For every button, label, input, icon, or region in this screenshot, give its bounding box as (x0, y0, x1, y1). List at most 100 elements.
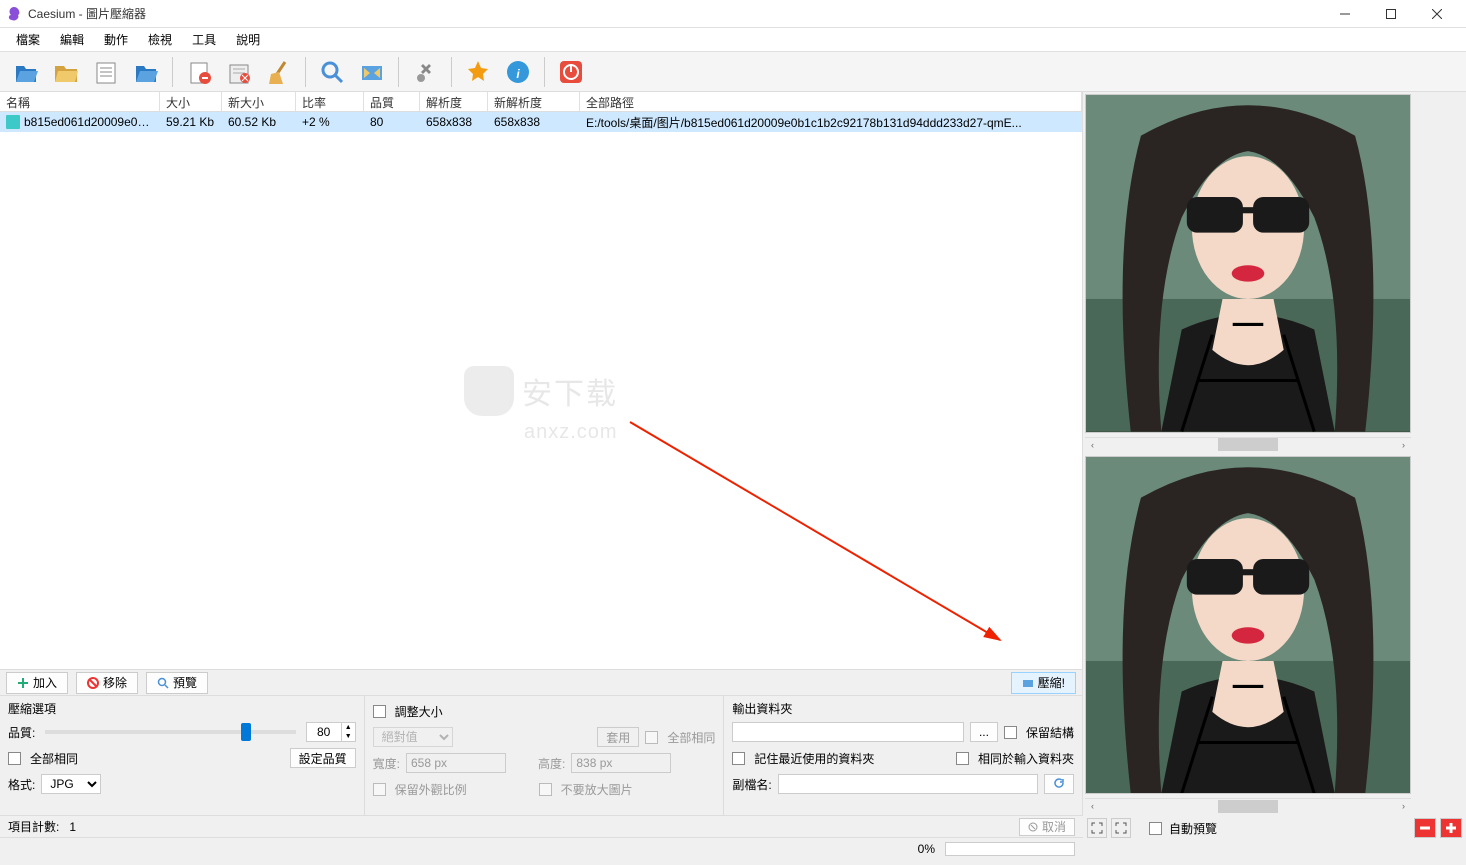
col-ratio[interactable]: 比率 (296, 92, 364, 111)
format-label: 格式: (8, 776, 35, 793)
add-list-icon[interactable] (88, 54, 124, 90)
remember-label: 記住最近使用的資料夾 (754, 750, 874, 767)
resize-mode-select[interactable]: 絕對值 (373, 727, 453, 747)
table-row[interactable]: b815ed061d20009e0b... 59.21 Kb 60.52 Kb … (0, 112, 1082, 132)
action-row: 加入 移除 預覽 壓縮! (0, 669, 1082, 695)
format-select[interactable]: JPG (41, 774, 101, 794)
col-res[interactable]: 解析度 (420, 92, 488, 111)
open-file-icon[interactable] (8, 54, 44, 90)
preview-compressed-hscroll[interactable]: ‹› (1085, 798, 1411, 813)
close-button[interactable] (1414, 0, 1460, 28)
keep-ratio-checkbox (373, 783, 386, 796)
table-header: 名稱 大小 新大小 比率 品質 解析度 新解析度 全部路徑 (0, 92, 1082, 112)
cell-quality: 80 (364, 113, 420, 131)
cell-newres: 658x838 (488, 113, 580, 131)
menu-view[interactable]: 檢視 (138, 29, 182, 50)
col-size[interactable]: 大小 (160, 92, 222, 111)
compress-button[interactable]: 壓縮! (1011, 672, 1076, 694)
title-bar: Caesium - 圖片壓縮器 (0, 0, 1466, 28)
item-count-label: 項目計數: (8, 818, 59, 835)
menu-tools[interactable]: 工具 (182, 29, 226, 50)
same-all-checkbox[interactable] (8, 752, 21, 765)
col-quality[interactable]: 品質 (364, 92, 420, 111)
item-count-value: 1 (69, 820, 76, 834)
window-title: Caesium - 圖片壓縮器 (28, 5, 1322, 22)
compress-panel: 壓縮選項 品質: ▲▼ 全部相同 設定品質 格式: JPG (0, 695, 365, 815)
minimize-button[interactable] (1322, 0, 1368, 28)
resize-same-all-label: 全部相同 (667, 729, 715, 746)
add-button[interactable]: 加入 (6, 672, 68, 694)
preview-original-hscroll[interactable]: ‹› (1085, 437, 1411, 452)
zoom-in-button[interactable] (1440, 818, 1462, 838)
compress-icon[interactable] (354, 54, 390, 90)
cancel-button[interactable]: 取消 (1019, 818, 1075, 836)
cell-name: b815ed061d20009e0b... (24, 115, 154, 129)
suffix-input[interactable] (778, 774, 1038, 794)
menu-action[interactable]: 動作 (94, 29, 138, 50)
same-input-checkbox[interactable] (956, 752, 969, 765)
keep-structure-label: 保留結構 (1026, 724, 1074, 741)
quality-spinbox[interactable]: ▲▼ (306, 722, 356, 742)
cell-newsize: 60.52 Kb (222, 113, 296, 131)
star-icon[interactable] (460, 54, 496, 90)
maximize-button[interactable] (1368, 0, 1414, 28)
output-path-input[interactable] (732, 722, 964, 742)
resize-checkbox[interactable] (373, 705, 386, 718)
file-type-icon (6, 115, 20, 129)
open-folder-icon[interactable] (48, 54, 84, 90)
preview-button[interactable]: 預覽 (146, 672, 208, 694)
menu-help[interactable]: 說明 (226, 29, 270, 50)
apply-button[interactable]: 套用 (597, 727, 639, 747)
clear-list-icon[interactable] (221, 54, 257, 90)
same-input-label: 相同於輸入資料夾 (978, 750, 1074, 767)
menu-bar: 檔案 編輯 動作 檢視 工具 說明 (0, 28, 1466, 52)
preview-icon[interactable] (314, 54, 350, 90)
cell-ratio: +2 % (296, 113, 364, 131)
suffix-label: 副檔名: (732, 776, 771, 793)
info-icon[interactable]: i (500, 54, 536, 90)
col-name[interactable]: 名稱 (0, 92, 160, 111)
set-quality-button[interactable]: 設定品質 (290, 748, 356, 768)
annotation-arrow (0, 112, 1082, 669)
right-pane: ‹› ‹› (1083, 92, 1413, 815)
table-body[interactable]: b815ed061d20009e0b... 59.21 Kb 60.52 Kb … (0, 112, 1082, 669)
power-icon[interactable] (553, 54, 589, 90)
resize-panel: 調整大小 絕對值 套用 全部相同 寬度: 高度: 保留外觀 (365, 695, 725, 815)
toolbar: i (0, 52, 1466, 92)
broom-icon[interactable] (261, 54, 297, 90)
progress-bar-row: 0% (0, 837, 1083, 859)
output-panel: 輸出資料夾 ... 保留結構 記住最近使用的資料夾 相同於輸入資料夾 副檔名: (724, 695, 1082, 815)
actual-size-icon[interactable] (1111, 818, 1131, 838)
resize-title: 調整大小 (395, 703, 443, 720)
cell-size: 59.21 Kb (160, 113, 222, 131)
preview-controls: 自動預覽 (1083, 815, 1466, 841)
quality-slider[interactable] (45, 730, 295, 734)
auto-preview-checkbox[interactable] (1149, 822, 1162, 835)
settings-icon[interactable] (407, 54, 443, 90)
keep-structure-checkbox[interactable] (1004, 726, 1017, 739)
fit-view-icon[interactable] (1087, 818, 1107, 838)
zoom-out-button[interactable] (1414, 818, 1436, 838)
watermark: 安下载 anxz.com (464, 366, 618, 416)
app-icon (6, 6, 22, 22)
col-path[interactable]: 全部路徑 (580, 92, 1082, 111)
preview-original[interactable] (1085, 94, 1411, 433)
preview-compressed[interactable] (1085, 456, 1411, 795)
auto-preview-label: 自動預覽 (1169, 820, 1217, 837)
col-newsize[interactable]: 新大小 (222, 92, 296, 111)
folder-arrow-icon[interactable] (128, 54, 164, 90)
remember-checkbox[interactable] (732, 752, 745, 765)
remove-button[interactable]: 移除 (76, 672, 138, 694)
height-label: 高度: (538, 755, 565, 772)
progress-pct: 0% (918, 842, 935, 856)
status-bar: 項目計數: 1 取消 (0, 815, 1083, 837)
browse-button[interactable]: ... (970, 722, 998, 742)
reset-suffix-button[interactable] (1044, 774, 1074, 794)
width-input (406, 753, 506, 773)
output-title: 輸出資料夾 (732, 700, 1074, 717)
cell-res: 658x838 (420, 113, 488, 131)
menu-edit[interactable]: 編輯 (50, 29, 94, 50)
col-newres[interactable]: 新解析度 (488, 92, 580, 111)
menu-file[interactable]: 檔案 (6, 29, 50, 50)
remove-item-icon[interactable] (181, 54, 217, 90)
